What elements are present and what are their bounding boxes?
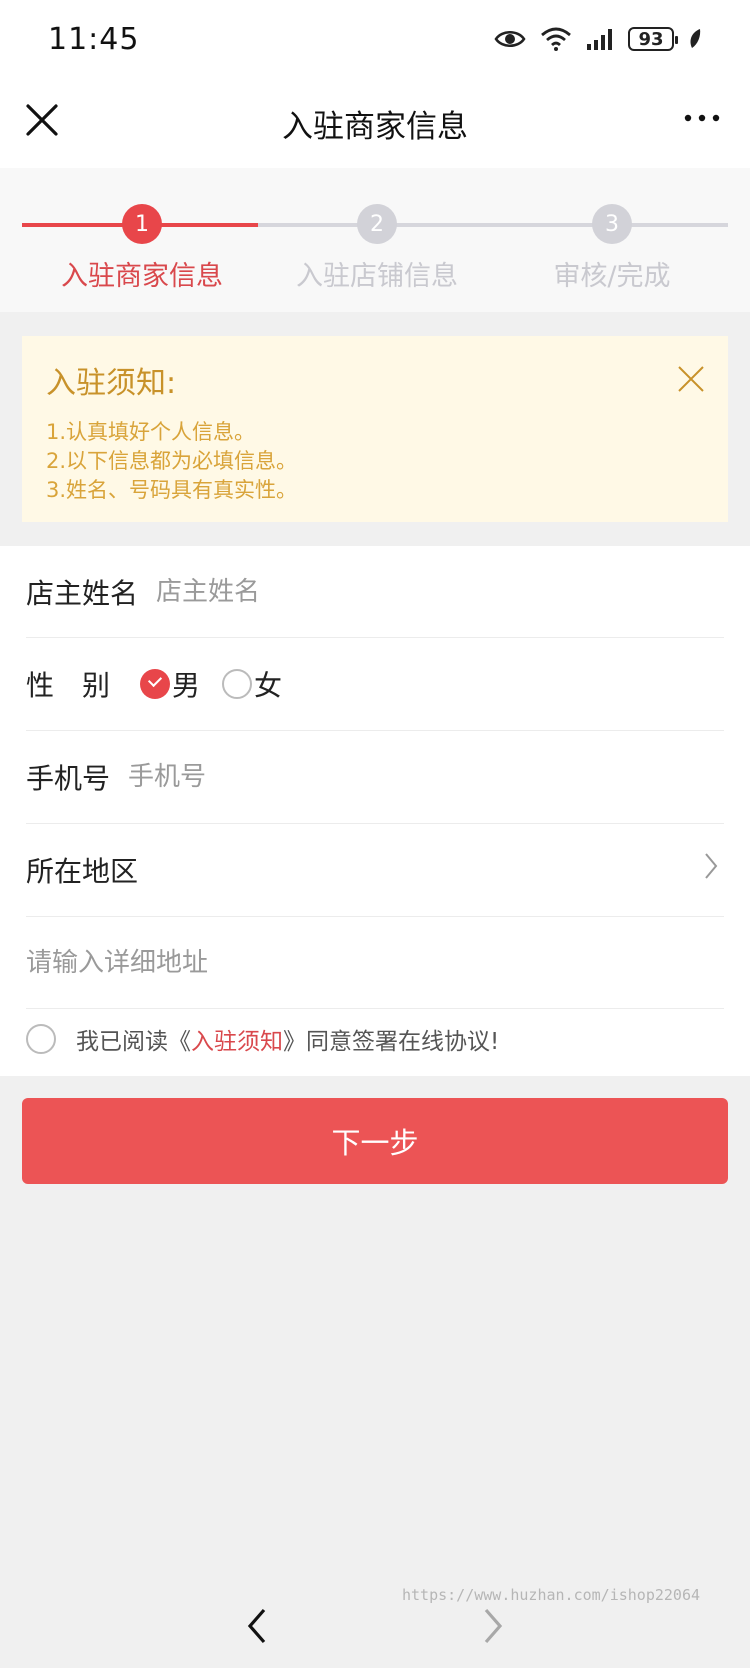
eye-icon — [494, 31, 526, 47]
notice-line: 2.以下信息都为必填信息。 — [46, 449, 298, 473]
agreement-row: 我已阅读《入驻须知》同意签署在线协议! — [26, 1022, 499, 1056]
nav-bar: 入驻商家信息 — [0, 78, 750, 168]
close-icon[interactable] — [24, 102, 60, 138]
owner-name-row: 店主姓名 — [26, 546, 724, 638]
status-bar: 11:45 93 — [0, 0, 750, 78]
step-label: 入驻店铺信息 — [296, 261, 458, 292]
gender-male-radio[interactable] — [140, 669, 171, 699]
signal-icon — [587, 29, 612, 50]
gender-male-label[interactable]: 男 — [172, 664, 200, 704]
step-1: 1 入驻商家信息 — [24, 204, 260, 293]
step-number: 3 — [592, 204, 632, 244]
status-icons: 93 — [494, 26, 702, 52]
agree-checkbox[interactable] — [26, 1024, 56, 1054]
owner-name-label: 店主姓名 — [26, 576, 139, 610]
page-title: 入驻商家信息 — [282, 108, 468, 145]
notice-line: 3.姓名、号码具有真实性。 — [46, 478, 298, 502]
phone-input[interactable] — [128, 762, 629, 792]
leaf-icon — [690, 29, 701, 48]
step-3: 3 审核/完成 — [494, 204, 730, 293]
agree-prefix: 我已阅读《 — [76, 1029, 191, 1055]
address-input[interactable] — [26, 947, 526, 978]
merchant-form: 店主姓名 性 别 男 女 手机号 所在地区 我已阅读《入驻须知》同意签署在线协议… — [0, 546, 750, 1076]
status-time: 11:45 — [48, 21, 140, 57]
close-notice-icon[interactable] — [676, 364, 706, 394]
notice-link[interactable]: 入驻须知 — [191, 1029, 283, 1055]
gender-female-radio[interactable] — [222, 669, 253, 699]
chevron-right-icon — [705, 853, 718, 879]
battery-icon: 93 — [628, 27, 678, 51]
phone-label: 手机号 — [26, 762, 111, 795]
step-label: 审核/完成 — [553, 261, 671, 292]
next-button[interactable]: 下一步 — [22, 1098, 728, 1184]
region-selector[interactable]: 所在地区 — [26, 824, 724, 917]
browser-nav — [0, 1570, 750, 1668]
address-row — [26, 917, 724, 1009]
notice-line: 1.认真填好个人信息。 — [46, 420, 256, 444]
more-icon[interactable] — [682, 108, 722, 128]
owner-name-input[interactable] — [156, 576, 657, 607]
region-label: 所在地区 — [26, 855, 139, 888]
phone-row: 手机号 — [26, 731, 724, 824]
gender-row: 性 别 男 女 — [26, 638, 724, 731]
gender-label: 性 别 — [26, 669, 111, 702]
gender-female-label[interactable]: 女 — [254, 664, 282, 704]
agree-text: 我已阅读《入驻须知》同意签署在线协议! — [76, 1022, 499, 1056]
agree-suffix: 》同意签署在线协议! — [283, 1029, 500, 1055]
step-label: 入驻商家信息 — [61, 261, 223, 292]
step-number: 1 — [122, 204, 162, 244]
watermark: https://www.huzhan.com/ishop22064 — [402, 1586, 701, 1604]
step-number: 2 — [357, 204, 397, 244]
wifi-icon — [541, 27, 571, 51]
forward-icon[interactable] — [478, 1606, 508, 1646]
step-2: 2 入驻店铺信息 — [259, 204, 495, 293]
back-icon[interactable] — [242, 1606, 272, 1646]
notice-title: 入驻须知: — [46, 366, 177, 401]
notice-lines: 1.认真填好个人信息。 2.以下信息都为必填信息。 3.姓名、号码具有真实性。 — [46, 418, 704, 505]
notice-banner: 入驻须知: 1.认真填好个人信息。 2.以下信息都为必填信息。 3.姓名、号码具… — [22, 336, 728, 522]
progress-steps: 1 入驻商家信息 2 入驻店铺信息 3 审核/完成 — [0, 168, 750, 312]
